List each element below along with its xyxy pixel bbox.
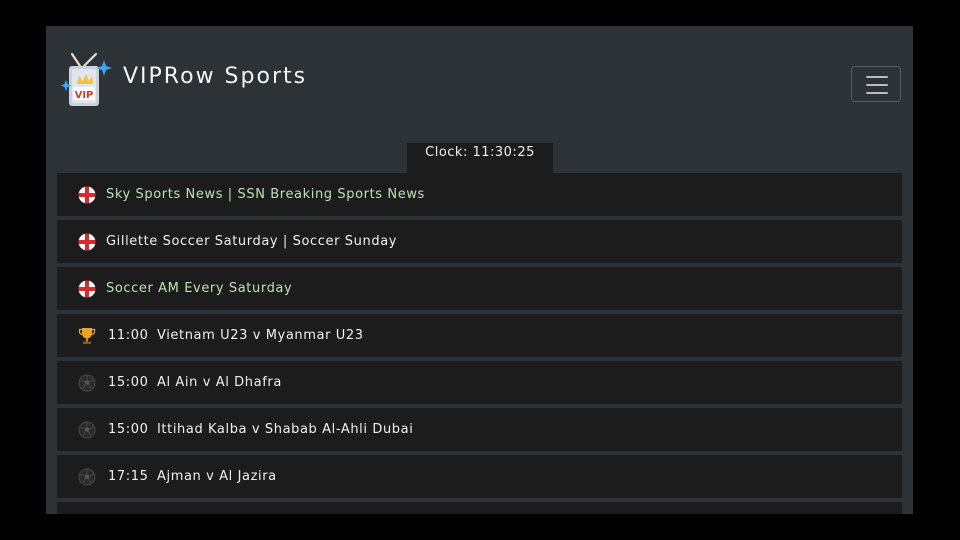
schedule-list: Sky Sports News | SSN Breaking Sports Ne… — [57, 173, 902, 514]
logo-badge-text: VIP — [75, 90, 94, 101]
event-time: 11:00 — [108, 328, 149, 343]
soccer-ball-icon — [78, 468, 96, 486]
event-link[interactable]: Ajman v Al Jazira — [157, 468, 277, 485]
hamburger-menu-button[interactable] — [851, 66, 901, 102]
channel-link[interactable]: Gillette Soccer Saturday | Soccer Sunday — [106, 233, 397, 250]
england-flag-icon — [78, 186, 96, 204]
event-time: 15:00 — [108, 422, 149, 437]
event-link[interactable]: Vietnam U23 v Myanmar U23 — [157, 327, 364, 344]
event-time: 15:00 — [108, 375, 149, 390]
event-link[interactable]: Al Ain v Al Dhafra — [157, 374, 282, 391]
soccer-ball-icon — [78, 374, 96, 392]
table-row[interactable]: 11:00 Vietnam U23 v Myanmar U23 — [57, 314, 902, 357]
app-window: VIP VIPRow Sports Clock: 11:30:25 Sky Sp… — [46, 26, 913, 514]
soccer-ball-icon — [78, 421, 96, 439]
navbar: VIP VIPRow Sports — [46, 26, 913, 144]
england-flag-icon — [78, 233, 96, 251]
list-item[interactable]: Soccer AM Every Saturday — [57, 267, 902, 310]
channel-link[interactable]: Soccer AM Every Saturday — [106, 280, 292, 297]
clock-tab: Clock: 11:30:25 — [407, 143, 553, 173]
table-row[interactable]: 15:00 Al Ain v Al Dhafra — [57, 361, 902, 404]
table-row[interactable]: 17:15 Ajman v Al Jazira — [57, 455, 902, 498]
list-item[interactable]: Sky Sports News | SSN Breaking Sports Ne… — [57, 173, 902, 216]
trophy-icon — [78, 327, 96, 345]
event-time: 17:15 — [108, 469, 149, 484]
vip-tv-logo-icon[interactable]: VIP — [60, 52, 112, 108]
brand-title[interactable]: VIPRow Sports — [123, 64, 307, 89]
event-link[interactable]: Ittihad Kalba v Shabab Al-Ahli Dubai — [157, 421, 413, 438]
list-item[interactable]: Gillette Soccer Saturday | Soccer Sunday — [57, 220, 902, 263]
england-flag-icon — [78, 280, 96, 298]
table-row[interactable]: 15:00 Ittihad Kalba v Shabab Al-Ahli Dub… — [57, 408, 902, 451]
channel-link[interactable]: Sky Sports News | SSN Breaking Sports Ne… — [106, 186, 425, 203]
list-item-partial[interactable] — [57, 502, 902, 514]
